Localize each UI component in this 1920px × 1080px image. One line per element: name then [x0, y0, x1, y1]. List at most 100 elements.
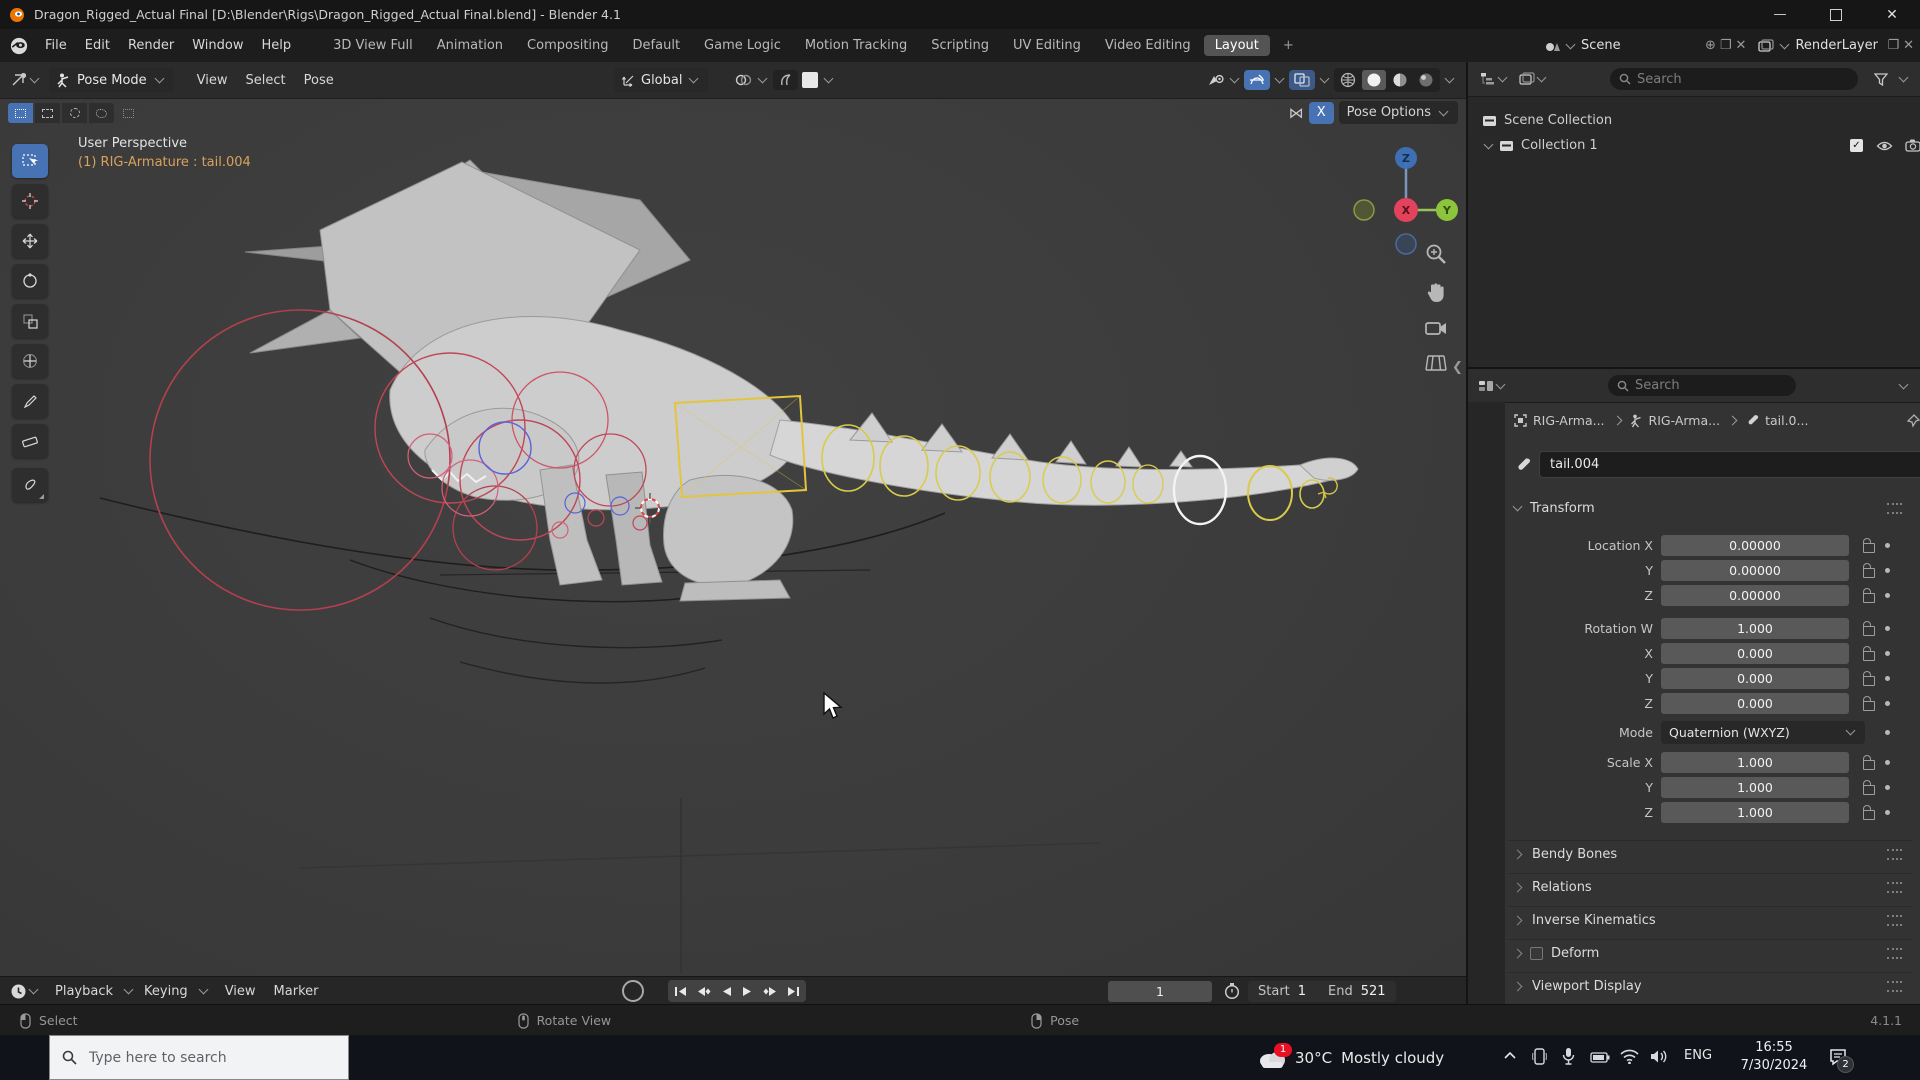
section-bendy-bones[interactable]: Bendy Bones — [1508, 840, 1912, 868]
transform-value-field[interactable]: 0.00000 — [1661, 534, 1849, 556]
outliner-editor-dropdown-icon[interactable] — [1497, 72, 1508, 83]
timeline-menu-marker[interactable]: Marker — [265, 984, 328, 999]
pan-view-icon[interactable] — [1424, 280, 1448, 304]
lock-icon[interactable] — [1863, 779, 1875, 795]
blender-menu-icon[interactable] — [10, 37, 28, 55]
lock-icon[interactable] — [1863, 562, 1875, 578]
workspace-tab-game-logic[interactable]: Game Logic — [693, 35, 792, 56]
play-button[interactable] — [742, 986, 753, 997]
minimize-button[interactable]: — — [1752, 7, 1808, 22]
view-layer-dropdown-icon[interactable] — [1779, 39, 1790, 49]
transform-orientation-selector[interactable]: Global — [614, 68, 709, 92]
tray-expand-chevron-icon[interactable] — [1504, 1051, 1516, 1061]
copy-view-layer-icon[interactable]: ❐ — [1887, 38, 1899, 53]
playback-chevron-icon[interactable] — [123, 984, 134, 995]
viewport-menu-select[interactable]: Select — [237, 73, 295, 88]
menu-file[interactable]: File — [36, 38, 76, 53]
section-relations[interactable]: Relations — [1508, 873, 1912, 901]
viewport-menu-view[interactable]: View — [188, 73, 237, 88]
lock-icon[interactable] — [1863, 537, 1875, 553]
timeline-editor-icon[interactable] — [10, 983, 27, 1000]
dragon-model[interactable] — [0, 98, 1466, 976]
use-preview-range-icon[interactable] — [1224, 982, 1240, 1000]
properties-search-box[interactable]: Search — [1608, 375, 1796, 396]
weather-widget[interactable]: 1 30°C Mostly cloudy — [1258, 1035, 1444, 1080]
timeline-menu-playback[interactable]: Playback — [46, 984, 122, 999]
transform-value-field[interactable]: 0.00000 — [1661, 584, 1849, 606]
perspective-toggle-icon[interactable] — [1424, 352, 1448, 374]
mode-selector[interactable]: Pose Mode — [49, 68, 174, 92]
workspace-tab-uv-editing[interactable]: UV Editing — [1002, 35, 1092, 56]
animate-dot[interactable] — [1885, 700, 1890, 706]
bone-name-field[interactable]: tail.004 — [1539, 451, 1920, 478]
remove-view-layer-icon[interactable]: ✕ — [1903, 38, 1914, 53]
taskbar-search-box[interactable]: Type here to search — [49, 1035, 349, 1080]
workspace-tab-compositing[interactable]: Compositing — [516, 35, 620, 56]
shading-wireframe-icon[interactable] — [1336, 70, 1360, 90]
animate-dot[interactable] — [1885, 729, 1890, 735]
workspace-tab-scripting[interactable]: Scripting — [920, 35, 1000, 56]
tray-wifi-icon[interactable] — [1620, 1049, 1639, 1064]
show-gizmo-icon[interactable] — [1207, 73, 1225, 88]
tray-volume-icon[interactable] — [1650, 1049, 1668, 1064]
animate-dot[interactable] — [1885, 592, 1890, 598]
frame-end-value[interactable]: 521 — [1361, 984, 1386, 999]
menu-help[interactable]: Help — [253, 38, 301, 53]
section-viewport-display[interactable]: Viewport Display — [1508, 972, 1912, 1000]
falloff-dropdown-icon[interactable] — [823, 73, 834, 84]
lock-icon[interactable] — [1863, 754, 1875, 770]
workspace-tab-3d-view-full[interactable]: 3D View Full — [322, 35, 424, 56]
lock-icon[interactable] — [1863, 645, 1875, 661]
workspace-tab-default[interactable]: Default — [622, 35, 692, 56]
animate-dot[interactable] — [1885, 675, 1890, 681]
outliner-display-dropdown-icon[interactable] — [1536, 72, 1547, 83]
outliner-display-mode-icon[interactable] — [1519, 72, 1535, 86]
maximize-button[interactable] — [1808, 8, 1864, 21]
close-button[interactable]: ✕ — [1864, 7, 1920, 23]
outliner-row-collection-1[interactable]: Collection 1 ✓ — [1468, 133, 1920, 158]
section-inverse-kinematics[interactable]: Inverse Kinematics — [1508, 906, 1912, 934]
shading-dropdown-icon[interactable] — [1444, 73, 1455, 84]
lock-icon[interactable] — [1863, 695, 1875, 711]
timeline-editor-dropdown-icon[interactable] — [28, 984, 39, 995]
scene-dropdown-icon[interactable] — [1565, 39, 1576, 49]
animate-dot[interactable] — [1885, 809, 1890, 815]
scene-icon[interactable] — [1544, 39, 1560, 53]
breadcrumb-armature[interactable]: RIG-Arma... — [1649, 413, 1721, 428]
auto-keyframe-button[interactable] — [622, 980, 644, 1002]
workspace-tab-video-editing[interactable]: Video Editing — [1094, 35, 1202, 56]
menu-render[interactable]: Render — [119, 38, 183, 53]
transform-value-field[interactable]: 1.000 — [1661, 617, 1849, 639]
add-workspace-button[interactable]: + — [1272, 35, 1305, 56]
transform-value-field[interactable]: 0.000 — [1661, 667, 1849, 689]
animate-dot[interactable] — [1885, 567, 1890, 573]
outliner-filter-icon[interactable] — [1874, 72, 1888, 86]
editor-type-dropdown-icon[interactable] — [29, 73, 40, 84]
transform-value-field[interactable]: 1.000 — [1661, 751, 1849, 773]
outliner-search-box[interactable]: Search — [1610, 68, 1858, 90]
transform-panel-header[interactable]: Transform — [1508, 495, 1912, 521]
unlink-scene-icon[interactable]: ✕ — [1736, 38, 1747, 53]
xray-dropdown-icon[interactable] — [1319, 73, 1330, 84]
workspace-tab-motion-tracking[interactable]: Motion Tracking — [794, 35, 918, 56]
transform-value-field[interactable]: 0.000 — [1661, 692, 1849, 714]
xray-toggle-icon[interactable] — [1289, 70, 1315, 90]
timeline-menu-view[interactable]: View — [216, 984, 265, 999]
zoom-view-icon[interactable] — [1424, 242, 1448, 266]
region-collapse-arrow[interactable]: ❮ — [1452, 360, 1463, 375]
animate-dot[interactable] — [1885, 759, 1890, 765]
lock-icon[interactable] — [1863, 670, 1875, 686]
section-deform[interactable]: Deform — [1508, 939, 1912, 967]
play-reverse-button[interactable] — [721, 986, 732, 997]
snap-dropdown-icon[interactable] — [757, 73, 768, 84]
hide-icon[interactable] — [1876, 140, 1893, 152]
proportional-editing-icon[interactable] — [773, 70, 798, 90]
animate-dot[interactable] — [1885, 784, 1890, 790]
properties-editor-dropdown-icon[interactable] — [1495, 379, 1506, 389]
prev-keyframe-button[interactable] — [697, 986, 711, 997]
shading-rendered-icon[interactable] — [1414, 70, 1438, 90]
outliner-options-chevron-icon[interactable] — [1898, 72, 1909, 83]
shading-material-icon[interactable] — [1388, 70, 1412, 90]
notification-center-button[interactable]: 2 — [1828, 1047, 1854, 1073]
shading-solid-icon[interactable] — [1362, 70, 1386, 90]
